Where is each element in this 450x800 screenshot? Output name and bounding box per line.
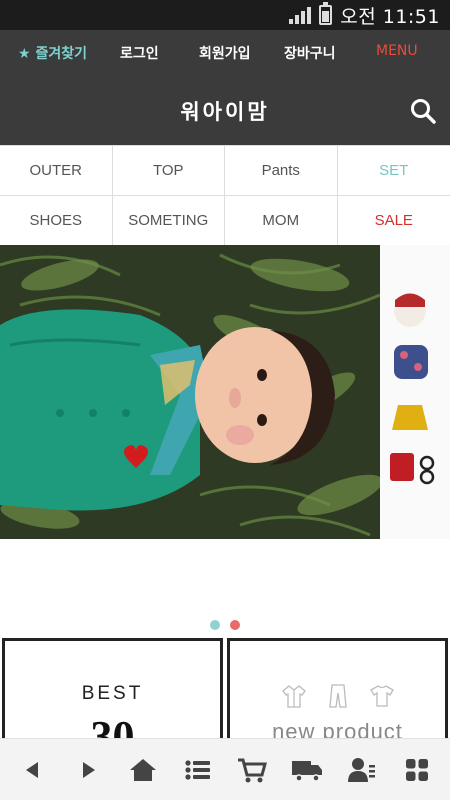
category-set[interactable]: SET xyxy=(337,146,450,196)
status-bar: 오전 11:51 xyxy=(0,0,450,30)
category-shoes[interactable]: SHOES xyxy=(0,196,113,246)
back-button[interactable] xyxy=(13,750,53,790)
tshirt-icon xyxy=(369,685,394,707)
cart-link[interactable]: 장바구니 xyxy=(284,43,336,63)
thumb-yellow-skirt[interactable] xyxy=(392,405,428,430)
thumb-floral-shirt[interactable] xyxy=(394,345,428,379)
side-thumbnail-strip xyxy=(380,245,450,539)
thumb-bag-glasses[interactable] xyxy=(390,453,435,485)
category-sale[interactable]: SALE xyxy=(337,196,450,246)
bottom-navigation xyxy=(0,738,450,800)
cart-icon xyxy=(238,758,268,782)
forward-arrow-icon xyxy=(83,761,96,778)
top-links: ★ 즐겨찾기 로그인 회원가입 장바구니 MENU xyxy=(0,30,450,74)
favorites-label: 즐겨찾기 xyxy=(35,46,87,62)
slider-pagination xyxy=(0,620,450,630)
home-icon xyxy=(129,758,156,781)
login-link[interactable]: 로그인 xyxy=(120,43,159,63)
favorites-link[interactable]: ★ 즐겨찾기 xyxy=(18,43,87,63)
thumb-red-top[interactable] xyxy=(394,293,426,327)
home-button[interactable] xyxy=(123,750,163,790)
delivery-button[interactable] xyxy=(287,750,327,790)
join-link[interactable]: 회원가입 xyxy=(199,43,251,63)
category-someting[interactable]: SOMETING xyxy=(112,196,225,246)
jacket-icon xyxy=(281,685,306,708)
my-page-icon xyxy=(347,757,375,782)
my-page-button[interactable] xyxy=(342,750,382,790)
star-icon: ★ xyxy=(18,46,31,62)
signal-icon xyxy=(289,6,312,24)
category-mom[interactable]: MOM xyxy=(225,196,338,246)
status-time: 오전 11:51 xyxy=(340,5,440,28)
category-outer[interactable]: OUTER xyxy=(0,146,113,196)
grid-menu-button[interactable] xyxy=(397,750,437,790)
category-top[interactable]: TOP xyxy=(112,146,225,196)
slider-dot-1[interactable] xyxy=(210,620,220,630)
pants-icon xyxy=(328,684,347,708)
search-button[interactable] xyxy=(410,98,436,124)
back-arrow-icon xyxy=(26,761,39,778)
slider-dot-2[interactable] xyxy=(230,620,240,630)
best-label: BEST xyxy=(81,683,144,704)
cart-button[interactable] xyxy=(232,750,272,790)
delivery-truck-icon xyxy=(292,760,323,782)
grid-menu-icon xyxy=(405,758,428,781)
menu-link[interactable]: MENU xyxy=(376,43,418,59)
new-product-icons xyxy=(230,683,445,709)
site-header: ★ 즐겨찾기 로그인 회원가입 장바구니 MENU 워아이맘 xyxy=(0,30,450,145)
battery-icon xyxy=(319,2,333,25)
list-button[interactable] xyxy=(178,750,218,790)
search-icon xyxy=(411,99,436,124)
list-icon xyxy=(185,759,210,780)
category-grid: OUTER TOP Pants SET SHOES SOMETING MOM S… xyxy=(0,145,450,246)
category-pants[interactable]: Pants xyxy=(225,146,338,196)
site-logo[interactable]: 워아이맘 xyxy=(0,96,450,126)
forward-button[interactable] xyxy=(68,750,108,790)
main-banner-image[interactable] xyxy=(0,245,380,539)
